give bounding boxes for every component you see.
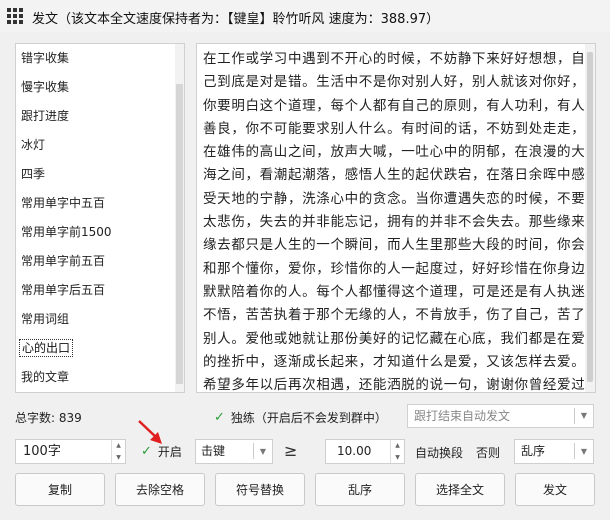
article-list[interactable]: 错字收集 慢字收集 跟打进度 冰灯 四季 常用单字中五百 常用单字前1500 常…	[15, 43, 185, 393]
solo-practice-label: 独练（开启后不会发到群中）	[230, 411, 387, 425]
auto-send-dropdown[interactable]: 跟打结束自动发文 ▼	[407, 404, 594, 428]
article-item[interactable]: 常用单字前1500	[16, 218, 184, 247]
auto-send-placeholder: 跟打结束自动发文	[414, 409, 511, 423]
metric-dropdown[interactable]: 击键 ▼	[195, 439, 273, 464]
article-item-label: 常用单字前五百	[21, 254, 106, 268]
app-grid-icon	[7, 8, 23, 24]
scrollbar-thumb[interactable]	[176, 84, 183, 384]
chevron-down-icon: ▼	[259, 447, 267, 456]
window-title: 发文（该文本全文速度保持者为：【键皇】聆竹听风 速度为：388.97）	[32, 12, 440, 27]
send-button[interactable]: 发文	[515, 473, 595, 506]
enable-checkbox[interactable]: ✓ 开启	[141, 443, 182, 460]
article-item[interactable]: 常用单字前五百	[16, 247, 184, 276]
auto-next-label: 自动换段	[415, 446, 464, 460]
article-item[interactable]: 错字收集	[16, 44, 184, 73]
stepper-down-icon[interactable]: ▼	[112, 452, 125, 464]
article-item-label: 常用单字后五百	[21, 283, 106, 297]
article-item[interactable]: 跟打进度	[16, 102, 184, 131]
article-item[interactable]: 冰灯	[16, 131, 184, 160]
article-item-label: 常用单字中五百	[21, 196, 106, 210]
threshold-stepper[interactable]: 10.00 ▲ ▼	[325, 439, 405, 464]
article-item-label: 慢字收集	[21, 80, 70, 94]
else-label: 否则	[476, 446, 501, 460]
else-action-value: 乱序	[521, 444, 546, 458]
copy-button[interactable]: 复制	[15, 473, 105, 506]
stepper-buttons[interactable]: ▲ ▼	[390, 440, 404, 463]
stepper-buttons[interactable]: ▲ ▼	[111, 440, 125, 463]
article-item-label: 常用单字前1500	[21, 225, 112, 239]
shuffle-button[interactable]: 乱序	[315, 473, 405, 506]
article-item-label: 冰灯	[21, 138, 46, 152]
chevron-down-icon: ▼	[580, 447, 588, 456]
stepper-down-icon[interactable]: ▼	[391, 452, 404, 464]
article-item-label: 心的出口	[19, 339, 74, 357]
chunk-size-stepper[interactable]: 100字 ▲ ▼	[15, 439, 126, 464]
threshold-value: 10.00	[337, 444, 372, 458]
metric-value: 击键	[201, 444, 226, 458]
checkmark-icon: ✓	[214, 410, 225, 425]
article-item[interactable]: 慢字收集	[16, 73, 184, 102]
select-all-button[interactable]: 选择全文	[415, 473, 505, 506]
article-text-box[interactable]: 在工作或学习中遇到不开心的时候，不妨静下来好好想想，自己到底是对是错。生活中不是…	[196, 43, 596, 393]
article-list-scrollbar[interactable]	[175, 44, 184, 392]
article-item-selected[interactable]: 心的出口	[16, 334, 184, 363]
article-text: 在工作或学习中遇到不开心的时候，不妨静下来好好想想，自己到底是对是错。生活中不是…	[203, 51, 585, 393]
chevron-down-icon: ▼	[580, 411, 588, 420]
scrollbar-thumb[interactable]	[587, 52, 593, 382]
article-item-label: 四季	[21, 167, 46, 181]
checkmark-icon: ✓	[141, 444, 152, 459]
article-item-label: 错字收集	[21, 51, 70, 65]
enable-label: 开启	[157, 445, 182, 459]
solo-practice-checkbox[interactable]: ✓ 独练（开启后不会发到群中）	[214, 409, 387, 426]
article-item-label: 常用词组	[21, 312, 70, 326]
article-item-label: 我的文章	[21, 370, 70, 384]
annotation-arrow-icon	[138, 420, 162, 444]
article-item[interactable]: 常用词组	[16, 305, 184, 334]
article-text-scrollbar[interactable]	[585, 44, 595, 392]
total-chars-label: 总字数: 839	[15, 411, 82, 425]
article-item[interactable]: 常用单字中五百	[16, 189, 184, 218]
comparison-symbol: ≥	[284, 441, 298, 460]
else-action-dropdown[interactable]: 乱序 ▼	[514, 439, 594, 464]
article-item-label: 跟打进度	[21, 109, 70, 123]
article-item[interactable]: 我的文章	[16, 363, 184, 392]
article-item[interactable]: 四季	[16, 160, 184, 189]
chunk-size-value: 100字	[23, 444, 61, 459]
title-bar: 发文（该文本全文速度保持者为：【键皇】聆竹听风 速度为：388.97）	[0, 0, 610, 32]
symbol-replace-button[interactable]: 符号替换	[215, 473, 305, 506]
remove-spaces-button[interactable]: 去除空格	[115, 473, 205, 506]
article-item[interactable]: 常用单字后五百	[16, 276, 184, 305]
